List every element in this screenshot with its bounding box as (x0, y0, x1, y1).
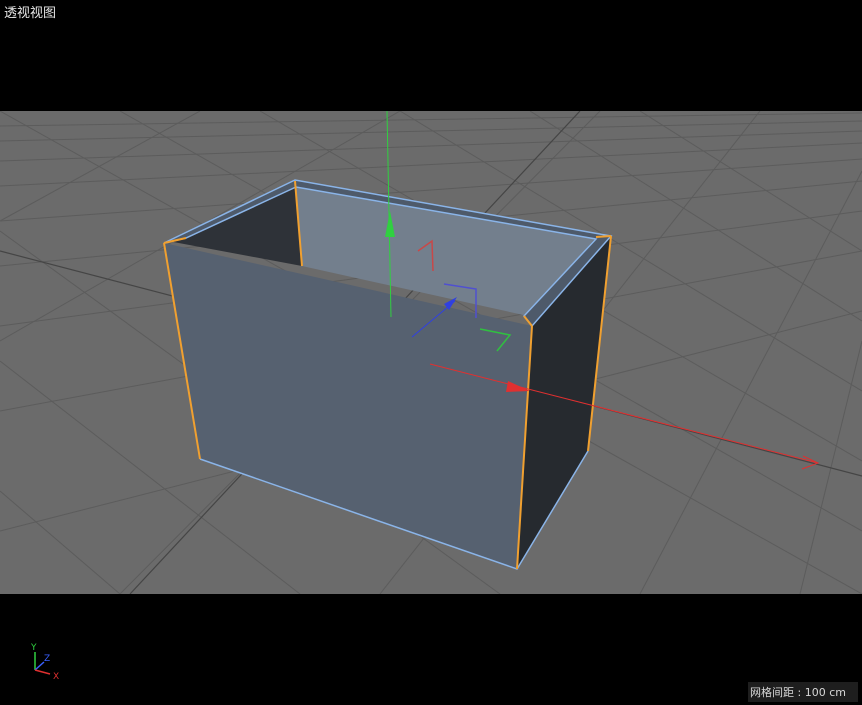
grid-spacing-readout: 网格间距 : 100 cm (748, 682, 858, 702)
grid-spacing-label: 网格间距 (750, 686, 795, 699)
axis-orientation-icon: Y Z X (30, 643, 59, 682)
axis-z-label: Z (44, 654, 50, 664)
3d-viewport[interactable] (0, 111, 862, 594)
axis-x-label: X (53, 672, 59, 682)
viewport-title[interactable]: 透视视图 (4, 2, 56, 21)
axis-y-label: Y (30, 643, 37, 653)
grid-spacing-value: 100 cm (804, 686, 846, 699)
